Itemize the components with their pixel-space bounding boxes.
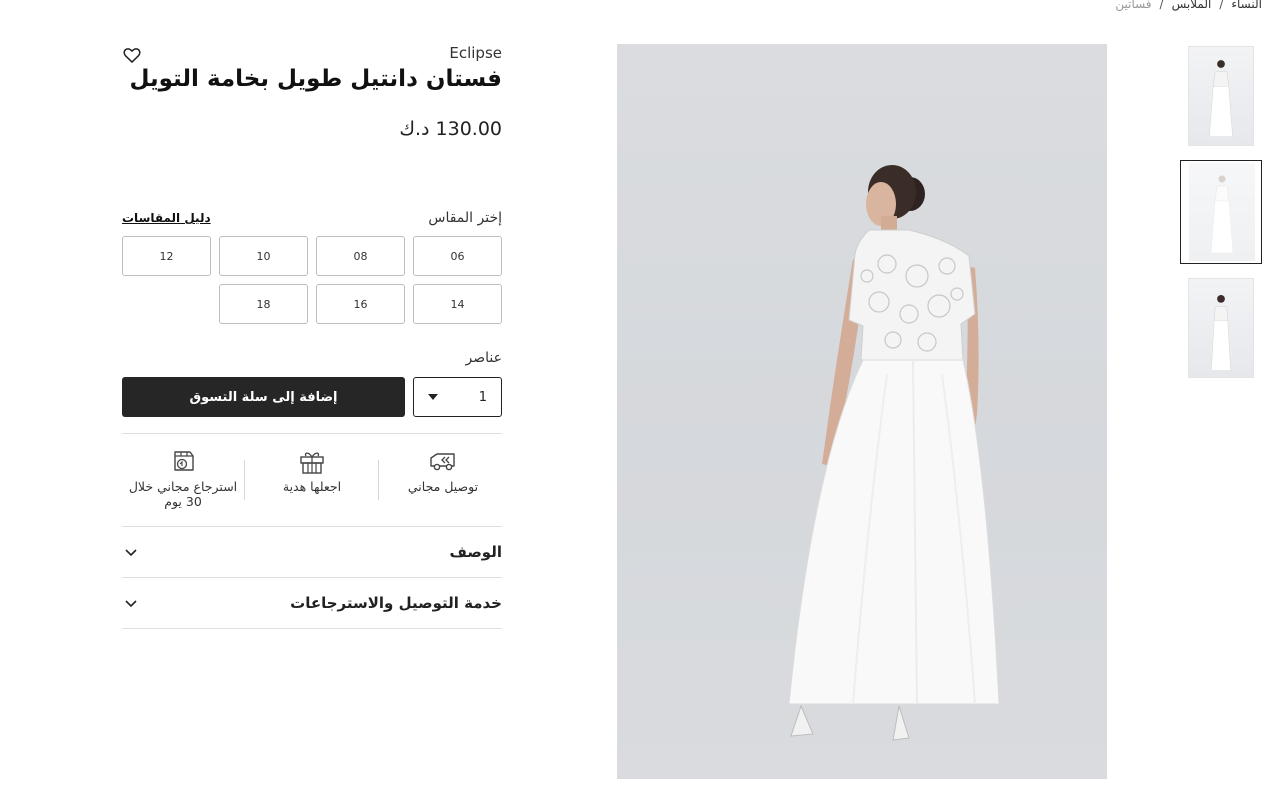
feature-gift: اجعلها هدية (249, 447, 375, 494)
return-box-icon (174, 451, 194, 471)
size-option-18[interactable]: 18 (219, 284, 308, 324)
breadcrumb-item-women[interactable]: النساء (1231, 0, 1262, 11)
divider (122, 628, 502, 629)
thumbnail-front[interactable] (1188, 46, 1254, 146)
size-option-14[interactable]: 14 (413, 284, 502, 324)
breadcrumb-separator: / (1159, 0, 1164, 11)
feature-free-delivery: توصيل مجاني (380, 447, 506, 494)
product-photo (788, 165, 1000, 741)
size-option-10[interactable]: 10 (219, 236, 308, 276)
size-guide-link[interactable]: دليل المقاسات (122, 211, 211, 225)
product-title: فستان دانتيل طويل بخامة التويل (129, 66, 502, 92)
heart-icon[interactable] (122, 45, 142, 65)
divider (122, 433, 502, 434)
caret-down-icon (428, 394, 438, 400)
size-label: إختر المقاس (428, 210, 502, 226)
thumbnail-image (1211, 295, 1231, 371)
feature-label: استرجاع مجاني خلال 30 يوم (128, 479, 238, 509)
quantity-label: عناصر (465, 350, 502, 366)
thumbnail-image (1209, 60, 1233, 137)
breadcrumb: النساء / الملابس / فساتين (1115, 0, 1262, 11)
chevron-down-icon (125, 600, 137, 608)
accordion-description[interactable]: الوصف (122, 527, 502, 577)
chevron-down-icon (125, 549, 137, 557)
feature-label: اجعلها هدية (282, 479, 342, 494)
feature-divider (378, 460, 379, 500)
product-price: 130.00 د.ك (399, 118, 502, 140)
accordion-label: خدمة التوصيل والاسترجاعات (290, 594, 502, 612)
breadcrumb-item-dresses: فساتين (1115, 0, 1152, 11)
feature-free-return: استرجاع مجاني خلال 30 يوم (120, 447, 246, 509)
accordion-delivery-returns[interactable]: خدمة التوصيل والاسترجاعات (122, 578, 502, 628)
quantity-value: 1 (478, 389, 487, 405)
thumbnail-full[interactable] (1188, 278, 1254, 378)
breadcrumb-separator: / (1219, 0, 1224, 11)
thumbnail-image (1189, 163, 1255, 261)
size-option-16[interactable]: 16 (316, 284, 405, 324)
accordion-label: الوصف (449, 543, 502, 561)
thumbnail-back-selected[interactable] (1180, 160, 1262, 264)
add-to-cart-button[interactable]: إضافة إلى سلة التسوق (122, 377, 405, 417)
feature-label: توصيل مجاني (407, 479, 479, 494)
size-option-12[interactable]: 12 (122, 236, 211, 276)
brand-name[interactable]: Eclipse (449, 44, 502, 62)
breadcrumb-item-clothing[interactable]: الملابس (1172, 0, 1212, 11)
delivery-truck-icon (430, 453, 455, 471)
main-product-image[interactable] (617, 44, 1107, 779)
size-option-08[interactable]: 08 (316, 236, 405, 276)
quantity-select[interactable]: 1 (413, 377, 502, 417)
size-option-06[interactable]: 06 (413, 236, 502, 276)
gift-icon (300, 452, 324, 474)
